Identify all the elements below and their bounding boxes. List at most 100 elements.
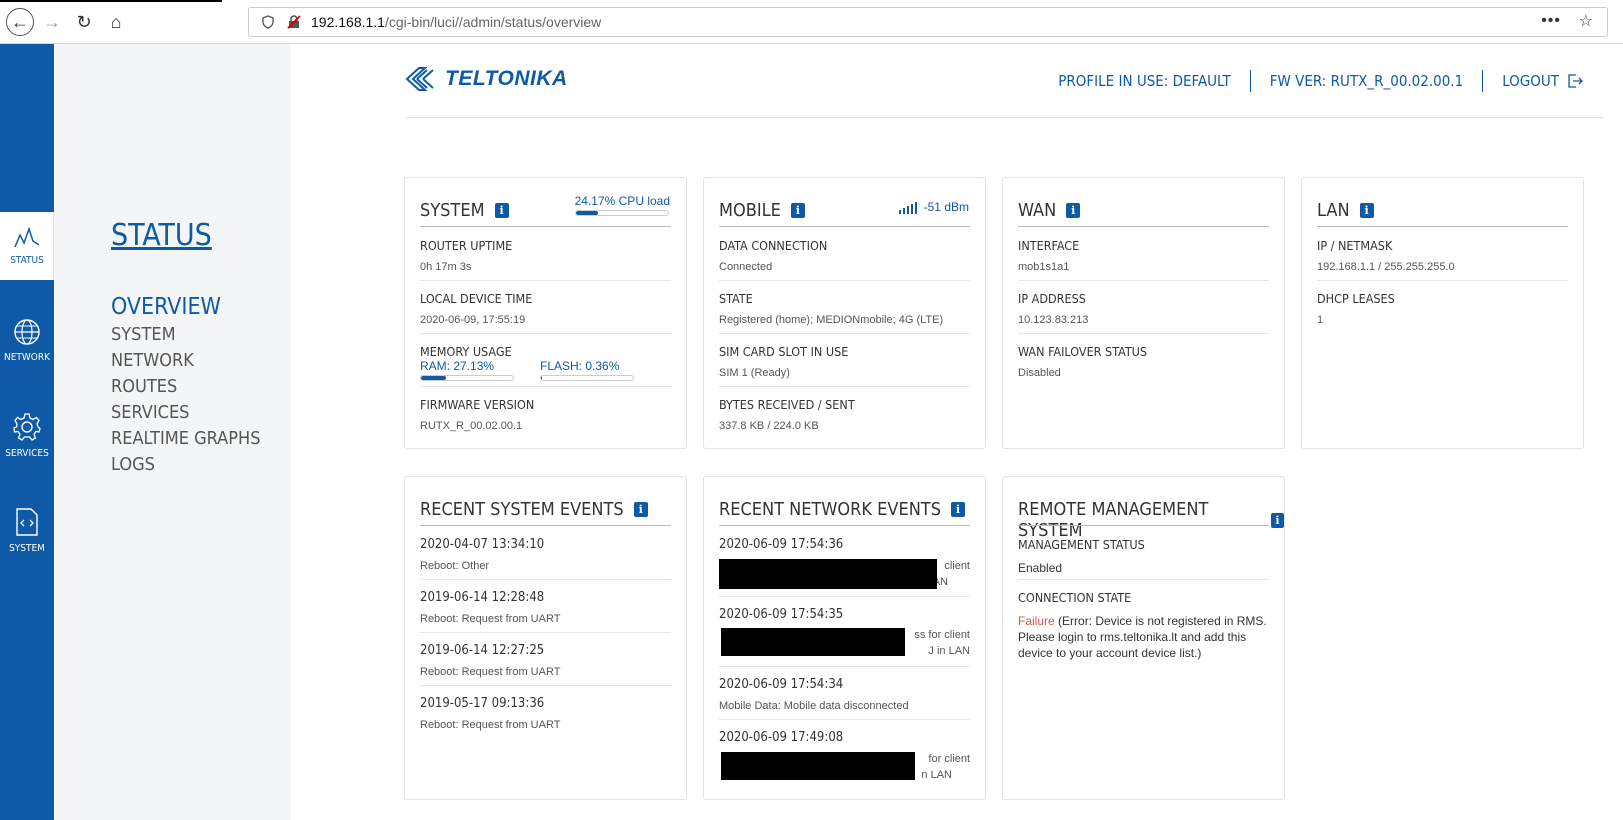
- field-value: 1: [1317, 314, 1324, 326]
- signal-value: -51 dBm: [923, 200, 969, 214]
- field-value: mob1s1a1: [1018, 261, 1070, 273]
- field-label: FIRMWARE VERSION: [420, 397, 535, 412]
- list-item: 2020-04-07 13:34:10 Reboot: Other: [420, 527, 671, 580]
- list-item: 2020-06-09 17:54:34 Mobile Data: Mobile …: [719, 667, 970, 720]
- local-time-row: LOCAL DEVICE TIME 2020-06-09, 17:55:19: [420, 281, 671, 334]
- field-label: WAN FAILOVER STATUS: [1018, 344, 1148, 359]
- event-time: 2019-06-14 12:28:48: [420, 590, 545, 605]
- card-title-text: WAN: [1018, 200, 1057, 221]
- title-divider: [420, 226, 671, 227]
- network-events-card: RECENT NETWORK EVENTS i 2020-06-09 17:54:…: [703, 476, 986, 800]
- insecure-lock-icon: [287, 15, 301, 29]
- flash-usage-text: FLASH: 0.36%: [540, 359, 620, 373]
- event-time: 2020-06-09 17:54:35: [719, 607, 844, 622]
- uptime-row: ROUTER UPTIME 0h 17m 3s: [420, 228, 671, 281]
- rms-card: REMOTE MANAGEMENT SYSTEM i MANAGEMENT STA…: [1002, 476, 1285, 800]
- title-divider: [1317, 226, 1568, 227]
- profile-link[interactable]: PROFILE IN USE: DEFAULT: [1058, 72, 1230, 90]
- ram-usage: RAM: 27.13%: [420, 359, 514, 381]
- failover-row: WAN FAILOVER STATUS Disabled: [1018, 334, 1269, 387]
- divider: [1482, 70, 1484, 92]
- info-icon[interactable]: i: [1359, 203, 1374, 218]
- ip-address-row: IP ADDRESS 10.123.83.213: [1018, 281, 1269, 334]
- card-title-text: LAN: [1317, 200, 1350, 221]
- dhcp-leases-row: DHCP LEASES 1: [1317, 281, 1568, 334]
- event-text: Reboot: Request from UART: [420, 613, 561, 625]
- card-title-text: RECENT SYSTEM EVENTS: [420, 499, 624, 520]
- field-label: ROUTER UPTIME: [420, 238, 513, 253]
- field-value: 192.168.1.1 / 255.255.255.0: [1317, 261, 1455, 273]
- fw-version: FW VER: RUTX_R_00.02.00.1: [1269, 72, 1464, 90]
- title-divider: [1018, 525, 1269, 526]
- header-divider: [406, 117, 1603, 118]
- field-label: IP / NETMASK: [1317, 238, 1393, 253]
- back-arrow-icon[interactable]: ←: [6, 8, 34, 36]
- field-label: CONNECTION STATE: [1018, 590, 1132, 605]
- card-title-text: SYSTEM: [420, 200, 485, 221]
- submenu-item-logs[interactable]: LOGS: [111, 452, 260, 478]
- teltonika-logo[interactable]: TELTONIKA: [405, 66, 568, 92]
- url-path: /cgi-bin/luci//admin/status/overview: [384, 14, 602, 30]
- address-bar[interactable]: 192.168.1.1/cgi-bin/luci//admin/status/o…: [248, 7, 1608, 37]
- submenu-item-overview[interactable]: OVERVIEW: [111, 292, 260, 322]
- event-time: 2019-06-14 12:27:25: [420, 643, 545, 658]
- sidebar-item-services[interactable]: SERVICES: [0, 395, 54, 475]
- list-item: 2019-06-14 12:27:25 Reboot: Request from…: [420, 633, 671, 686]
- system-card: SYSTEM i 24.17% CPU load ROUTER UPTIME 0h…: [404, 177, 687, 449]
- system-events-card: RECENT SYSTEM EVENTS i 2020-04-07 13:34:1…: [404, 476, 687, 800]
- logout-link[interactable]: LOGOUT: [1502, 72, 1559, 90]
- submenu-item-realtime-graphs[interactable]: REALTIME GRAPHS: [111, 426, 260, 452]
- submenu-item-system[interactable]: SYSTEM: [111, 322, 260, 348]
- sidebar-item-status[interactable]: STATUS: [0, 206, 54, 286]
- divider: [1249, 70, 1251, 92]
- event-time: 2020-06-09 17:54:36: [719, 537, 844, 552]
- info-icon[interactable]: i: [950, 502, 965, 517]
- cpu-load-bar: [574, 210, 669, 216]
- more-actions-icon[interactable]: •••: [1541, 12, 1561, 30]
- list-item: 2020-06-09 17:54:36 client AN: [719, 527, 970, 597]
- list-item: 2020-06-09 17:49:08 for client n LAN: [719, 720, 970, 790]
- logo-mark-icon: [405, 67, 434, 91]
- field-value: Enabled: [1018, 561, 1063, 575]
- info-icon[interactable]: i: [494, 203, 509, 218]
- interface-row: INTERFACE mob1s1a1: [1018, 228, 1269, 281]
- reload-icon[interactable]: ↻: [72, 10, 96, 34]
- ram-usage-bar: [420, 375, 514, 381]
- globe-icon: [14, 318, 40, 345]
- field-label: IP ADDRESS: [1018, 291, 1086, 306]
- sidebar-item-system[interactable]: SYSTEM: [0, 490, 54, 570]
- state-row: STATE Registered (home); MEDIONmobile; 4…: [719, 281, 970, 334]
- field-label: SIM CARD SLOT IN USE: [719, 344, 849, 359]
- wan-card: WAN i INTERFACE mob1s1a1 IP ADDRESS 10.12…: [1002, 177, 1285, 449]
- field-label: DHCP LEASES: [1317, 291, 1395, 306]
- field-value: 2020-06-09, 17:55:19: [420, 314, 526, 326]
- list-item: 2019-06-14 12:28:48 Reboot: Request from…: [420, 580, 671, 633]
- home-icon[interactable]: ⌂: [104, 10, 128, 34]
- field-value: SIM 1 (Ready): [719, 367, 790, 379]
- shield-icon: [262, 15, 274, 29]
- field-label: BYTES RECEIVED / SENT: [719, 397, 855, 412]
- menu-title[interactable]: STATUS: [111, 218, 212, 253]
- logout-icon[interactable]: [1567, 73, 1583, 89]
- info-icon[interactable]: i: [633, 502, 648, 517]
- redaction-box: [719, 559, 937, 589]
- submenu-item-network[interactable]: NETWORK: [111, 348, 260, 374]
- field-label: MEMORY USAGE: [420, 344, 512, 359]
- bookmark-star-icon[interactable]: ☆: [1579, 11, 1593, 31]
- error-message: (Error: Device is not registered in RMS.…: [1018, 614, 1267, 660]
- url-host: 192.168.1.1: [311, 14, 385, 30]
- field-label: LOCAL DEVICE TIME: [420, 291, 533, 306]
- ip-netmask-row: IP / NETMASK 192.168.1.1 / 255.255.255.0: [1317, 228, 1568, 281]
- code-file-icon: [16, 507, 38, 536]
- sidebar-item-network[interactable]: NETWORK: [0, 300, 54, 380]
- title-divider: [420, 525, 671, 526]
- submenu-item-services[interactable]: SERVICES: [111, 400, 260, 426]
- submenu-item-routes[interactable]: ROUTES: [111, 374, 260, 400]
- info-icon[interactable]: i: [1066, 203, 1081, 218]
- top-navigation: PROFILE IN USE: DEFAULT FW VER: RUTX_R_0…: [1058, 70, 1583, 92]
- info-icon[interactable]: i: [1270, 512, 1284, 528]
- forward-arrow-icon[interactable]: →: [40, 10, 64, 34]
- info-icon[interactable]: i: [790, 203, 805, 218]
- event-text: Mobile Data: Mobile data disconnected: [719, 700, 909, 712]
- sim-slot-row: SIM CARD SLOT IN USE SIM 1 (Ready): [719, 334, 970, 387]
